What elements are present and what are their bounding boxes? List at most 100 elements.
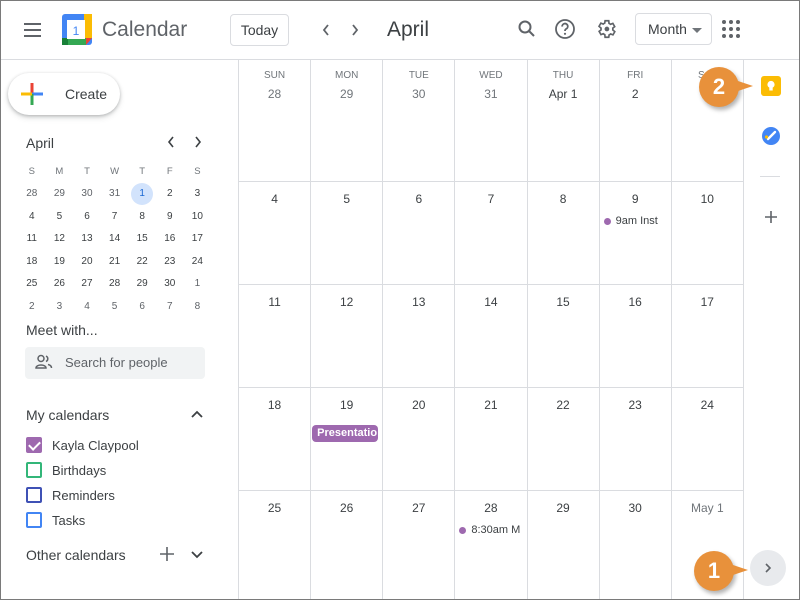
- event-item[interactable]: 9am Inst: [603, 213, 669, 229]
- mini-prev-month-button[interactable]: [163, 134, 179, 150]
- date-number[interactable]: 19: [311, 398, 382, 412]
- mini-calendar-day[interactable]: 11: [18, 228, 46, 250]
- calendar-checkbox[interactable]: [26, 462, 42, 478]
- mini-calendar-day[interactable]: 8: [184, 295, 212, 317]
- show-side-panel-button[interactable]: [750, 550, 786, 586]
- mini-calendar-day[interactable]: 28: [101, 273, 129, 295]
- mini-calendar-day[interactable]: 29: [128, 273, 156, 295]
- mini-calendar-day[interactable]: 14: [101, 228, 129, 250]
- date-number[interactable]: 24: [672, 398, 743, 412]
- mini-calendar-day[interactable]: 20: [73, 250, 101, 272]
- search-button[interactable]: [514, 16, 540, 42]
- next-month-button[interactable]: [343, 18, 367, 42]
- tasks-button[interactable]: [761, 126, 781, 146]
- mini-next-month-button[interactable]: [190, 134, 206, 150]
- day-cell[interactable]: WED 31: [455, 60, 528, 181]
- mini-calendar-day[interactable]: 18: [18, 250, 46, 272]
- mini-calendar-today[interactable]: 1: [128, 182, 156, 205]
- mini-calendar-day[interactable]: 5: [101, 295, 129, 317]
- day-cell[interactable]: 12: [311, 285, 384, 387]
- mini-calendar-day[interactable]: 24: [184, 250, 212, 272]
- settings-button[interactable]: [593, 16, 619, 42]
- day-cell[interactable]: MON 29: [311, 60, 384, 181]
- mini-calendar-day[interactable]: 30: [156, 273, 184, 295]
- day-cell[interactable]: 26: [311, 491, 384, 599]
- day-cell[interactable]: 20: [383, 388, 456, 490]
- event-item[interactable]: 8:30am M: [459, 522, 524, 538]
- date-number[interactable]: 20: [383, 398, 454, 412]
- date-number[interactable]: 11: [239, 295, 310, 309]
- mini-calendar-day[interactable]: 15: [128, 228, 156, 250]
- date-number[interactable]: 6: [383, 192, 454, 206]
- mini-calendar-day[interactable]: 4: [18, 205, 46, 227]
- create-button[interactable]: Create: [8, 73, 120, 115]
- day-cell[interactable]: 11: [239, 285, 312, 387]
- calendar-checkbox[interactable]: [26, 437, 42, 453]
- date-number[interactable]: 16: [600, 295, 671, 309]
- main-menu-button[interactable]: [18, 18, 48, 42]
- day-cell[interactable]: 22: [528, 388, 600, 490]
- mini-calendar-day[interactable]: 9: [156, 205, 184, 227]
- date-number[interactable]: 25: [239, 501, 310, 515]
- mini-calendar-day[interactable]: 22: [128, 250, 156, 272]
- date-number[interactable]: 29: [528, 501, 599, 515]
- expand-other-calendars-button[interactable]: [187, 545, 207, 565]
- mini-calendar-day[interactable]: 26: [46, 273, 74, 295]
- mini-calendar-day[interactable]: 21: [101, 250, 129, 272]
- day-cell[interactable]: 16: [600, 285, 672, 387]
- day-cell[interactable]: 7: [455, 182, 528, 284]
- add-other-calendar-button[interactable]: [157, 544, 177, 564]
- mini-calendar-day[interactable]: 30: [73, 183, 101, 205]
- day-cell[interactable]: 24: [672, 388, 744, 490]
- day-cell[interactable]: 25: [239, 491, 312, 599]
- mini-calendar-day[interactable]: 4: [73, 295, 101, 317]
- date-number[interactable]: 14: [455, 295, 526, 309]
- date-number[interactable]: Apr 1: [528, 87, 599, 101]
- mini-calendar-day[interactable]: 13: [73, 228, 101, 250]
- mini-calendar-day[interactable]: 23: [156, 250, 184, 272]
- apps-icon[interactable]: [722, 20, 740, 38]
- mini-calendar-day[interactable]: 28: [18, 183, 46, 205]
- date-number[interactable]: 22: [528, 398, 599, 412]
- day-cell[interactable]: 21: [455, 388, 528, 490]
- day-cell[interactable]: 27: [383, 491, 456, 599]
- mini-calendar-day[interactable]: 12: [46, 228, 74, 250]
- calendar-checkbox[interactable]: [26, 487, 42, 503]
- day-cell[interactable]: 23: [600, 388, 672, 490]
- date-number[interactable]: May 1: [672, 501, 743, 515]
- date-number[interactable]: 23: [600, 398, 671, 412]
- mini-calendar-day[interactable]: 6: [73, 205, 101, 227]
- mini-calendar-day[interactable]: 6: [128, 295, 156, 317]
- date-number[interactable]: 10: [672, 192, 743, 206]
- day-cell[interactable]: 29: [528, 491, 600, 599]
- mini-calendar-day[interactable]: 10: [184, 205, 212, 227]
- date-number[interactable]: 7: [455, 192, 526, 206]
- day-cell[interactable]: FRI 2: [600, 60, 672, 181]
- date-number[interactable]: 26: [311, 501, 382, 515]
- collapse-my-calendars-button[interactable]: [187, 404, 207, 424]
- mini-calendar-day[interactable]: 16: [156, 228, 184, 250]
- day-cell[interactable]: 18: [239, 388, 312, 490]
- calendar-item[interactable]: Birthdays: [26, 460, 106, 480]
- calendar-item[interactable]: Kayla Claypool: [26, 435, 139, 455]
- date-number[interactable]: 2: [600, 87, 671, 101]
- date-number[interactable]: 17: [672, 295, 743, 309]
- day-cell[interactable]: 15: [528, 285, 600, 387]
- date-number[interactable]: 28: [239, 87, 310, 101]
- mini-calendar-day[interactable]: 2: [156, 183, 184, 205]
- date-number[interactable]: 28: [455, 501, 526, 515]
- date-number[interactable]: 15: [528, 295, 599, 309]
- day-cell[interactable]: 6: [383, 182, 456, 284]
- mini-calendar-day[interactable]: 1: [184, 273, 212, 295]
- calendar-checkbox[interactable]: [26, 512, 42, 528]
- mini-calendar-day[interactable]: 8: [128, 205, 156, 227]
- search-people-input[interactable]: Search for people: [25, 347, 205, 379]
- day-cell[interactable]: TUE 30: [383, 60, 456, 181]
- date-number[interactable]: 29: [311, 87, 382, 101]
- date-number[interactable]: 18: [239, 398, 310, 412]
- mini-calendar-day[interactable]: 31: [101, 183, 129, 205]
- mini-calendar-day[interactable]: 27: [73, 273, 101, 295]
- calendar-item[interactable]: Tasks: [26, 510, 85, 530]
- day-cell[interactable]: 9 9am Inst: [600, 182, 672, 284]
- date-number[interactable]: 12: [311, 295, 382, 309]
